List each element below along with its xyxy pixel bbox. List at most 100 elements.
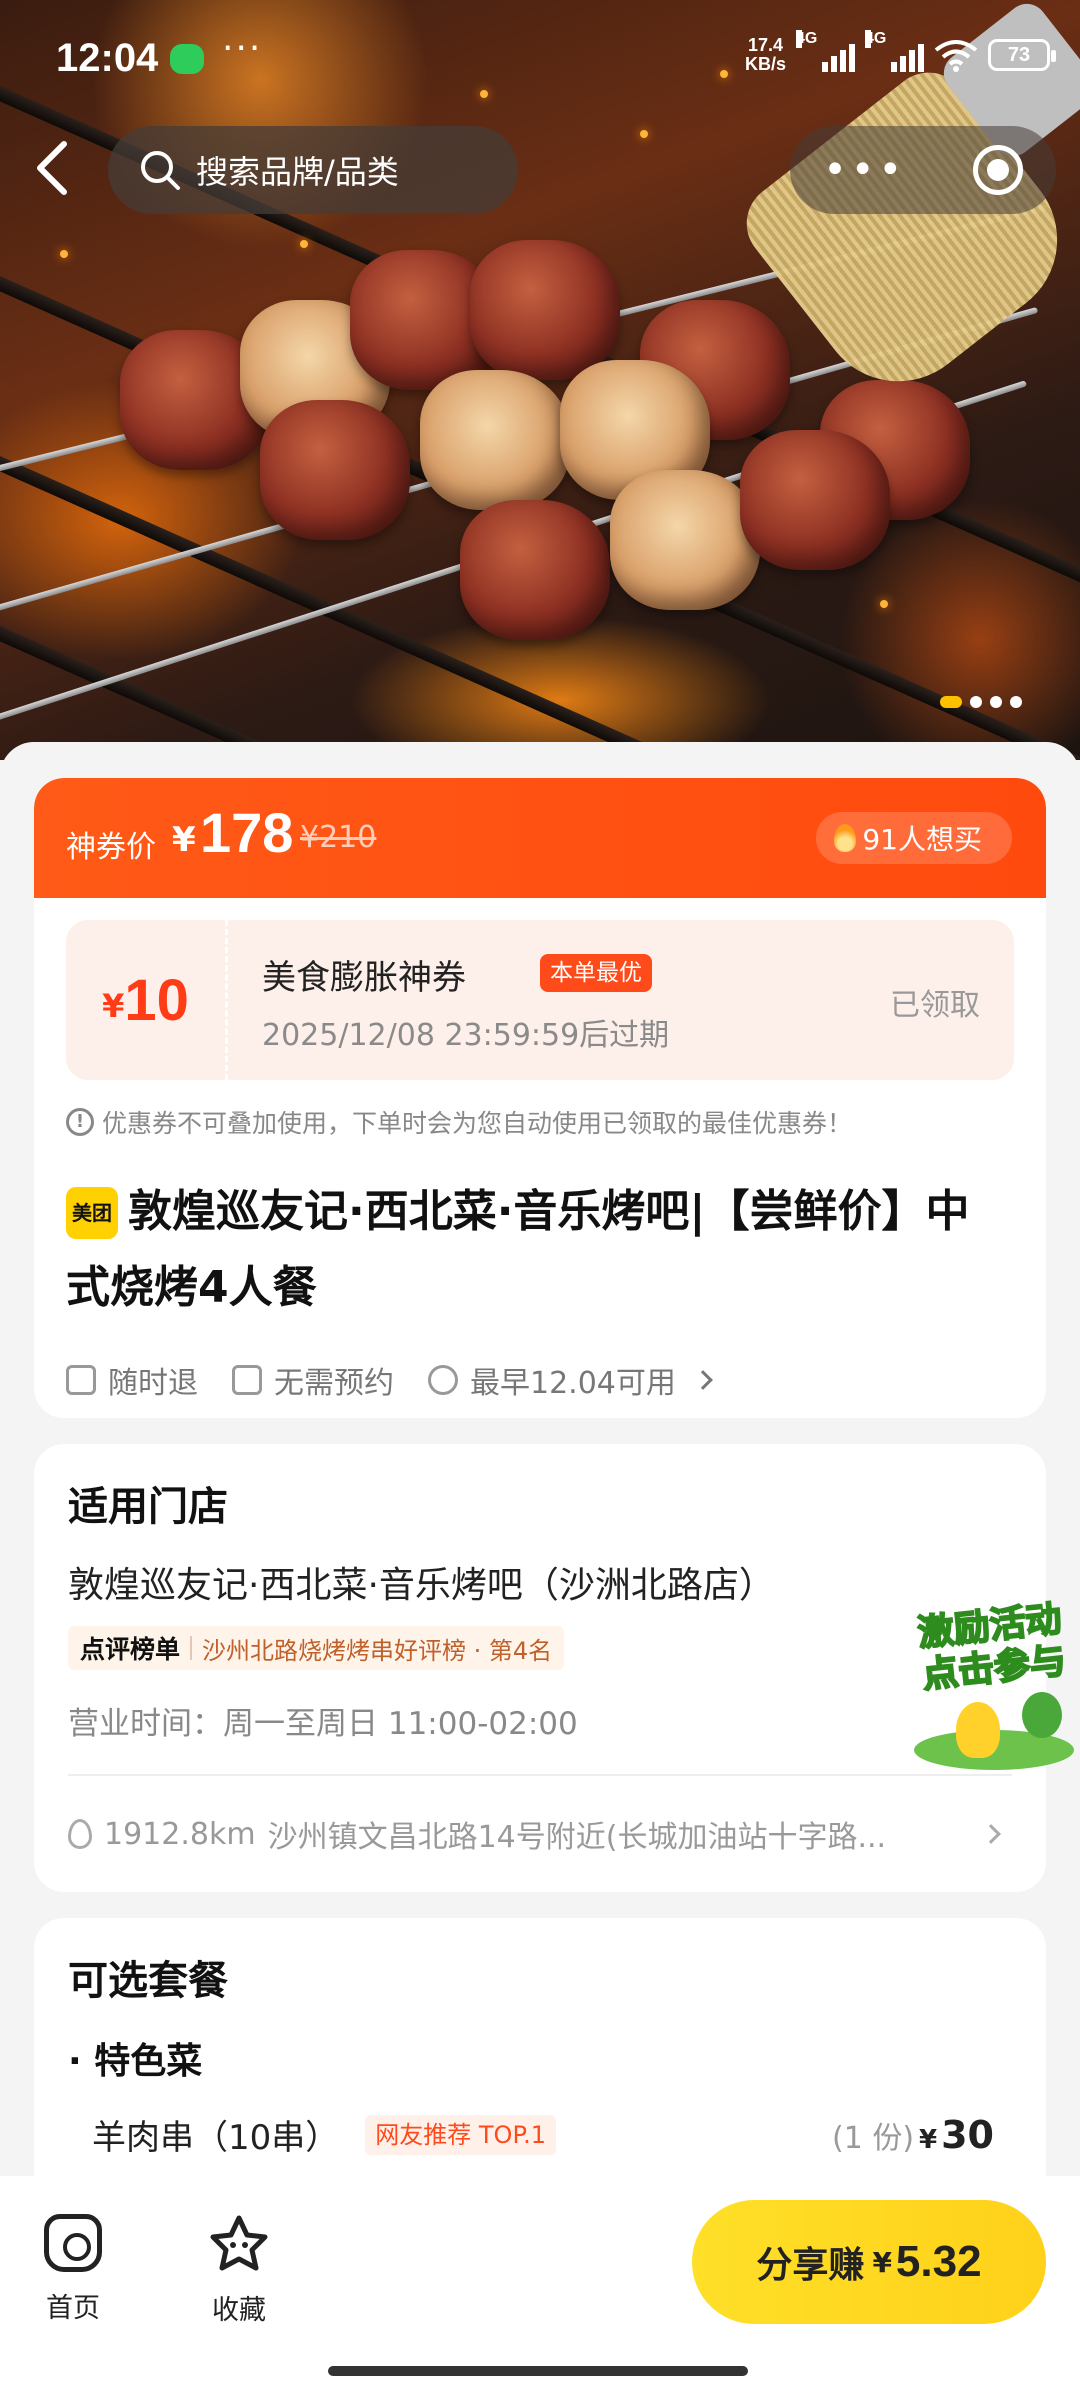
flame-icon xyxy=(834,824,857,852)
want-count: 91人想买 xyxy=(862,823,982,856)
store-address: 沙州镇文昌北路14号附近(长城加油站十字路... xyxy=(267,1820,887,1855)
current-price: 178 xyxy=(200,801,294,864)
coupon-amount: ¥ 10 xyxy=(66,920,228,1080)
search-placeholder: 搜索品牌/品类 xyxy=(196,153,399,191)
share-currency: ¥ xyxy=(872,2245,892,2279)
more-menu-icon[interactable]: ••• xyxy=(823,150,906,190)
section-title-packages: 可选套餐 xyxy=(68,1958,228,2004)
stores-card: 适用门店 敦煌巡友记·西北菜·音乐烤吧（沙洲北路店） 点评榜单 沙州北路烧烤烤串… xyxy=(34,1444,1046,1892)
feature-earliest-date[interactable]: 最早12.04可用 xyxy=(428,1358,713,1402)
favorite-star-icon xyxy=(210,2215,268,2271)
more-notifications-icon: ··· xyxy=(222,28,263,69)
search-icon xyxy=(141,151,180,190)
ranking-text: 沙州北路烧烤烤串好评榜 · 第4名 xyxy=(202,1636,553,1665)
favorite-label: 收藏 xyxy=(212,2295,266,2326)
coupon-expiry: 2025/12/08 23:59:59后过期 xyxy=(262,1018,670,1053)
document-icon xyxy=(66,1365,96,1395)
location-pin-icon xyxy=(68,1819,92,1849)
package-item-name: 羊肉串（10串） xyxy=(92,2118,340,2158)
home-indicator[interactable] xyxy=(328,2366,748,2376)
coupon-value: 10 xyxy=(124,967,189,1033)
spark xyxy=(60,250,68,258)
hero-image-carousel[interactable]: 12:04 ··· 17.4 KB/s 4G 4G 73 搜索品牌/品类 ••• xyxy=(0,0,1080,760)
section-title-stores: 适用门店 xyxy=(68,1484,228,1530)
status-bar: 12:04 ··· 17.4 KB/s 4G 4G 73 xyxy=(0,0,1080,120)
business-hours: 营业时间：周一至周日 11:00-02:00 xyxy=(68,1706,578,1742)
carousel-dot xyxy=(970,696,982,708)
info-icon: ! xyxy=(66,1108,94,1136)
home-tab[interactable]: 首页 xyxy=(44,2214,102,2325)
carousel-dot xyxy=(940,696,962,708)
status-indicators: 17.4 KB/s 4G 4G 73 xyxy=(745,30,1056,74)
share-label: 分享赚 xyxy=(756,2245,865,2286)
spark xyxy=(880,600,888,608)
packages-card: 可选套餐 · 特色菜 羊肉串（10串） 网友推荐 TOP.1 (1 份) ¥30 xyxy=(34,1918,1046,2218)
best-deal-tag: 本单最优 xyxy=(540,954,652,992)
home-icon xyxy=(44,2214,102,2272)
tree-icon xyxy=(1022,1692,1062,1738)
calendar-check-icon xyxy=(232,1365,262,1395)
chevron-right-icon xyxy=(692,1370,713,1390)
mascot-icon xyxy=(956,1702,1000,1758)
package-item: 羊肉串（10串） 网友推荐 TOP.1 (1 份) ¥30 xyxy=(92,2110,1032,2159)
network-speed-value: 17.4 xyxy=(747,35,784,55)
divider xyxy=(68,1774,1012,1776)
wechat-notification-icon xyxy=(170,44,204,74)
signal-label: 4G xyxy=(865,30,887,48)
back-arrow-icon[interactable] xyxy=(28,138,78,198)
store-address-row[interactable]: 1912.8km 沙州镇文昌北路14号附近(长城加油站十字路... xyxy=(68,1812,1008,1856)
carousel-dot xyxy=(990,696,1002,708)
share-amount: 5.32 xyxy=(895,2237,982,2286)
promo-text: 激励活动 点击参与 xyxy=(900,1597,1080,1699)
search-bar[interactable]: 搜索品牌/品类 xyxy=(108,126,518,214)
meat-piece xyxy=(740,430,890,570)
store-name[interactable]: 敦煌巡友记·西北菜·音乐烤吧（沙洲北路店） xyxy=(68,1556,775,1608)
meat-piece xyxy=(420,370,570,510)
deal-title: 美团 敦煌巡友记·西北菜·音乐烤吧|【尝鲜价】中式烧烤4人餐 xyxy=(66,1174,1006,1326)
check-circle-icon xyxy=(428,1365,458,1395)
price-currency: ¥ xyxy=(172,820,196,860)
want-count-badge: 91人想买 xyxy=(816,812,1012,864)
signal-label: 4G xyxy=(796,30,818,48)
spark xyxy=(640,130,648,138)
feature-label: 最早12.04可用 xyxy=(470,1366,676,1401)
status-time: 12:04 xyxy=(56,36,159,80)
meat-piece xyxy=(610,470,760,610)
price-currency: ¥ xyxy=(919,2124,938,2155)
feature-no-booking: 无需预约 xyxy=(232,1358,394,1402)
price-bar: 神券价 ¥ 178 ¥210 91人想买 xyxy=(34,778,1046,898)
network-speed: 17.4 KB/s xyxy=(745,36,786,74)
favorite-tab[interactable]: 收藏 xyxy=(208,2214,270,2327)
meat-piece xyxy=(260,400,410,540)
chevron-right-icon xyxy=(981,1824,1001,1844)
coupon-card[interactable]: ¥ 10 美食膨胀神券 本单最优 2025/12/08 23:59:59后过期 … xyxy=(66,920,1014,1080)
package-category: · 特色菜 xyxy=(68,2041,203,2082)
package-item-price: ¥30 xyxy=(919,2113,994,2157)
feature-label: 随时退 xyxy=(108,1366,198,1401)
original-price: ¥210 xyxy=(300,820,377,855)
spark xyxy=(300,240,308,248)
ranking-badge[interactable]: 点评榜单 沙州北路烧烤烤串好评榜 · 第4名 xyxy=(68,1626,565,1670)
incentive-activity-float[interactable]: 激励活动 点击参与 xyxy=(904,1598,1080,1778)
recommend-tag: 网友推荐 TOP.1 xyxy=(365,2114,557,2155)
price-label: 神券价 xyxy=(66,830,156,865)
wifi-icon xyxy=(934,40,978,72)
network-speed-unit: KB/s xyxy=(744,54,786,74)
signal-icon: 4G xyxy=(865,30,924,72)
signal-icon: 4G xyxy=(796,30,855,72)
notice-text: 优惠券不可叠加使用，下单时会为您自动使用已领取的最佳优惠券！ xyxy=(102,1109,853,1138)
feature-label: 无需预约 xyxy=(274,1366,394,1401)
share-earn-button[interactable]: 分享赚 ¥ 5.32 xyxy=(692,2200,1046,2324)
carousel-indicator xyxy=(940,696,1022,708)
close-miniprogram-icon[interactable] xyxy=(972,145,1023,195)
ranking-brand: 点评榜单 xyxy=(80,1635,181,1664)
meat-piece xyxy=(470,240,620,380)
divider xyxy=(190,1636,193,1660)
home-label: 首页 xyxy=(46,2293,100,2324)
deal-card: 神券价 ¥ 178 ¥210 91人想买 ¥ 10 美食膨胀神券 本单最优 20… xyxy=(34,778,1046,1418)
deal-title-text: 敦煌巡友记·西北菜·音乐烤吧|【尝鲜价】中式烧烤4人餐 xyxy=(66,1186,970,1313)
carousel-dot xyxy=(1010,696,1022,708)
deal-features: 随时退 无需预约 最早12.04可用 xyxy=(66,1358,713,1402)
feature-refund: 随时退 xyxy=(66,1358,198,1402)
coupon-title: 美食膨胀神券 xyxy=(262,958,466,998)
